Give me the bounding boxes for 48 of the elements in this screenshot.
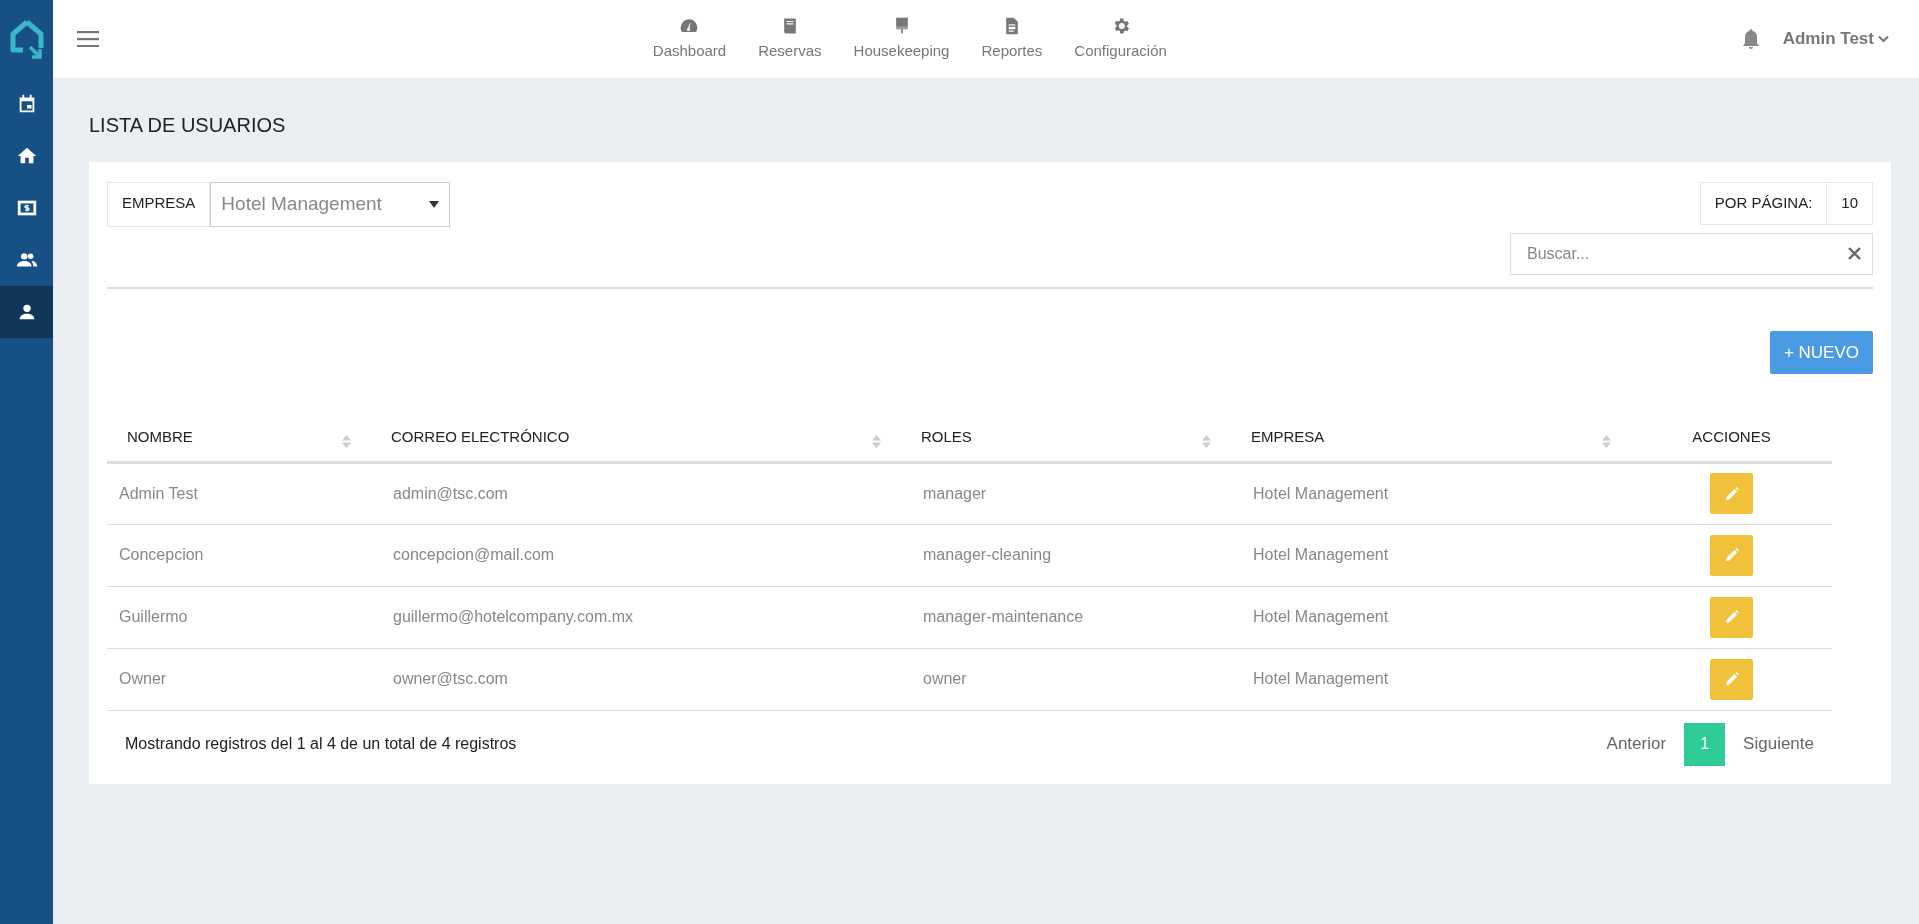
column-header[interactable]: CORREO ELECTRÓNICO	[391, 426, 570, 449]
table-cell: concepcion@mail.com	[371, 524, 901, 586]
table-cell: Hotel Management	[1231, 524, 1631, 586]
page-title: LISTA DE USUARIOS	[89, 113, 287, 138]
nav-link[interactable]: Housekeeping	[837, 15, 966, 63]
logo-icon	[9, 19, 44, 59]
bell-icon	[1740, 28, 1761, 50]
close-icon	[1848, 246, 1861, 260]
table-cell: Owner	[107, 648, 371, 710]
pencil-icon	[1724, 672, 1739, 686]
column-header[interactable]: EMPRESA	[1251, 426, 1325, 449]
record-summary: Mostrando registros del 1 al 4 de un total de 4 registros	[124, 734, 517, 754]
next-page-link[interactable]: Siguiente	[1725, 731, 1832, 757]
table-cell: Hotel Management	[1231, 462, 1631, 524]
pencil-icon	[1724, 610, 1739, 624]
nav-link[interactable]: Reservas	[742, 15, 838, 63]
previous-page-link[interactable]: Anterior	[1588, 731, 1685, 757]
company-select[interactable]: Hotel Management	[210, 182, 451, 227]
filter-label: EMPRESA	[107, 182, 211, 227]
table-cell: guillermo@hotelcompany.com.mx	[371, 586, 901, 648]
table-cell: owner	[901, 648, 1231, 710]
new-button[interactable]: + NUEVO	[1769, 330, 1873, 374]
column-header[interactable]: NOMBRE	[127, 426, 193, 449]
nav-link[interactable]: Dashboard	[636, 15, 743, 63]
table-cell: Admin Test	[107, 462, 371, 524]
table-cell: Hotel Management	[1231, 586, 1631, 648]
nav-link[interactable]: Configuración	[1058, 15, 1183, 63]
table-cell: manager-cleaning	[901, 524, 1231, 586]
pencil-icon	[1724, 486, 1739, 501]
table-cell: manager	[901, 462, 1231, 524]
table-cell: Concepcion	[107, 524, 371, 586]
table-cell: Guillermo	[107, 586, 371, 648]
table-cell: owner@tsc.com	[371, 648, 901, 710]
nav-link[interactable]: Reportes	[965, 15, 1059, 63]
pencil-icon	[1724, 548, 1739, 562]
per-page-label: POR PÁGINA:	[1699, 182, 1828, 225]
dropdown-caret-icon	[429, 200, 440, 208]
column-header[interactable]: ACCIONES	[1692, 426, 1771, 449]
sidebar-item[interactable]	[0, 286, 53, 338]
table-cell: manager-maintenance	[901, 586, 1231, 648]
table-cell: admin@tsc.com	[371, 462, 901, 524]
table-cell: Hotel Management	[1231, 648, 1631, 710]
menu-icon	[77, 31, 99, 47]
per-page-value[interactable]: 10	[1827, 182, 1873, 225]
column-header[interactable]: ROLES	[921, 426, 972, 449]
search-field[interactable]: Buscar...	[1510, 232, 1873, 275]
caret-icon	[1878, 35, 1889, 43]
user-menu[interactable]: Admin Test	[1776, 25, 1895, 53]
